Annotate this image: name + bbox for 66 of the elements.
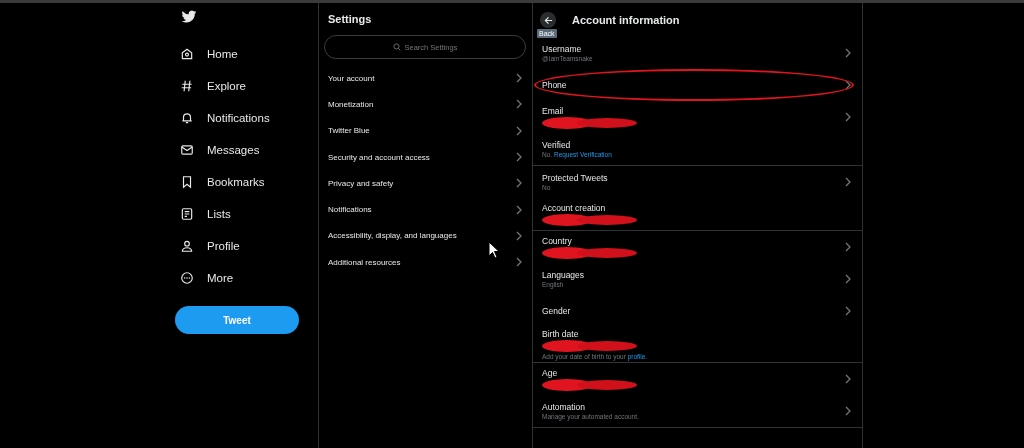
nav-item[interactable]: Messages — [175, 134, 318, 166]
settings-row[interactable]: Country — [533, 231, 862, 263]
nav-item[interactable]: Notifications — [175, 102, 318, 134]
settings-row[interactable]: Account creation — [533, 198, 862, 230]
chevron-icon — [845, 48, 851, 58]
nav-item[interactable]: Lists — [175, 198, 318, 230]
chevron-icon — [516, 73, 522, 84]
settings-row[interactable]: Age — [533, 363, 862, 395]
row-label: Protected Tweets — [542, 173, 608, 183]
settings-menu-item[interactable]: Notifications — [319, 196, 532, 223]
row-label: Email — [542, 105, 565, 116]
row-label: Age — [542, 367, 559, 378]
settings-menu-item[interactable]: Monetization — [319, 91, 532, 118]
chevron-icon — [516, 257, 522, 268]
settings-menu-item[interactable]: Twitter Blue — [319, 117, 532, 144]
hashtag-icon — [180, 79, 194, 93]
chevron-icon — [845, 306, 851, 316]
settings-row[interactable]: Gender — [533, 295, 862, 327]
nav-item[interactable]: Explore — [175, 70, 318, 102]
page-title: Account information — [572, 14, 680, 26]
list-icon — [180, 207, 194, 221]
row-label: Languages — [542, 270, 585, 280]
settings-title: Settings — [328, 13, 373, 25]
settings-row[interactable]: Email — [533, 101, 862, 133]
settings-menu-item[interactable]: Additional resources — [319, 249, 532, 276]
nav-item[interactable]: More — [175, 262, 318, 294]
settings-menu-item[interactable]: Privacy and safety — [319, 170, 532, 197]
settings-menu-item[interactable]: Your account — [319, 65, 532, 92]
chevron-icon — [845, 177, 851, 187]
chevron-icon — [845, 406, 851, 416]
bell-icon — [180, 111, 194, 125]
back-button[interactable] — [540, 12, 556, 28]
nav-item[interactable]: Profile — [175, 230, 318, 262]
row-label: Country — [542, 235, 573, 246]
row-label: Birth date — [542, 329, 580, 339]
nav-item[interactable]: Bookmarks — [175, 166, 318, 198]
settings-menu-item[interactable]: Accessibility, display, and languages — [319, 222, 532, 250]
back-arrow-icon — [543, 15, 553, 25]
row-label: Automation — [542, 402, 586, 412]
row-label: Username — [542, 44, 583, 54]
chevron-icon — [516, 125, 522, 136]
more-icon — [180, 271, 194, 285]
nav-item[interactable]: Home — [175, 38, 318, 70]
envelope-icon — [180, 143, 194, 157]
chevron-icon — [516, 99, 522, 110]
bookmark-icon — [180, 175, 194, 189]
row-label: Phone — [542, 80, 567, 90]
bird-logo-icon[interactable] — [181, 10, 197, 24]
chevron-icon — [516, 178, 522, 189]
person-icon — [180, 239, 194, 253]
settings-row[interactable]: Phone — [533, 69, 862, 101]
chevron-icon — [845, 374, 851, 384]
chevron-icon — [845, 112, 851, 122]
row-label: Account creation — [542, 202, 607, 213]
chevron-icon — [845, 274, 851, 284]
home-icon — [180, 47, 194, 61]
mouse-cursor-icon — [488, 241, 500, 259]
search-icon — [392, 43, 401, 51]
chevron-icon — [516, 230, 522, 241]
chevron-icon — [516, 152, 522, 163]
row-label: Verified — [542, 140, 572, 150]
row-label: Gender — [542, 306, 571, 316]
chevron-icon — [845, 80, 851, 90]
chevron-icon — [516, 204, 522, 215]
settings-menu-item[interactable]: Security and account access — [319, 143, 532, 171]
chevron-icon — [845, 242, 851, 252]
